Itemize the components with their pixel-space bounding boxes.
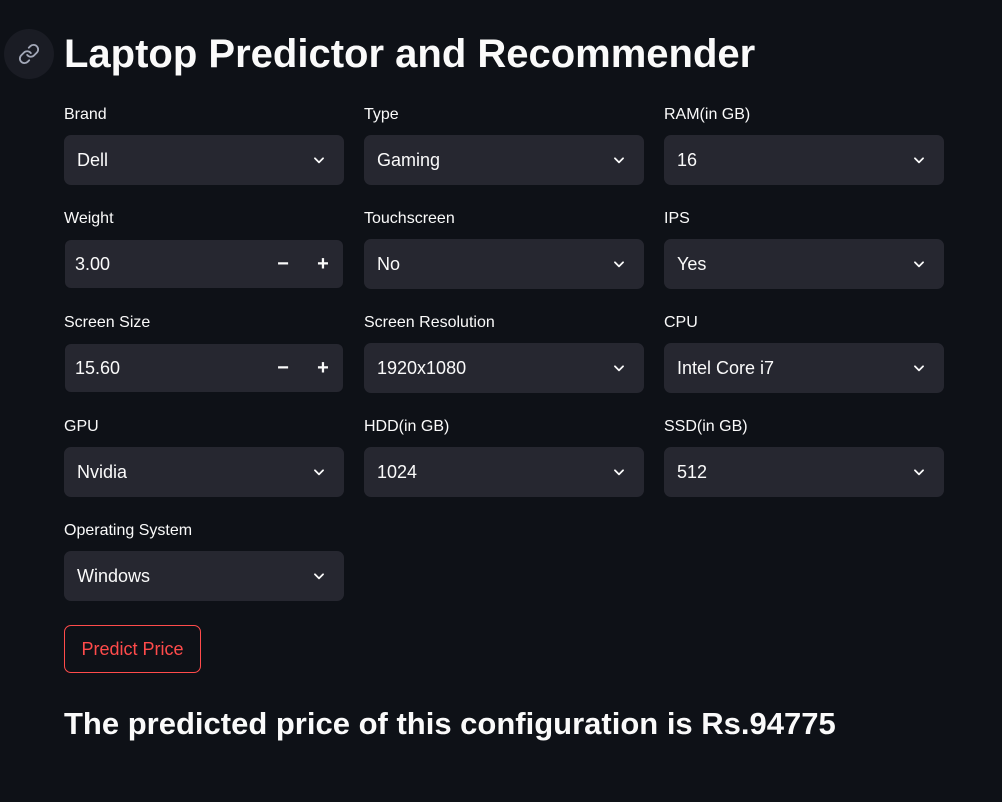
type-label: Type [364, 106, 399, 123]
screen-resolution-select[interactable]: 1920x1080 [364, 343, 644, 393]
screen-resolution-field: Screen Resolution 1920x1080 [364, 312, 644, 393]
ips-select[interactable]: Yes [664, 239, 944, 289]
chevron-down-icon [312, 153, 326, 167]
weight-label: Weight [64, 210, 114, 227]
header-anchor-link[interactable] [4, 29, 54, 79]
screen-size-number-input: − + [64, 343, 344, 393]
ips-label: IPS [664, 210, 690, 227]
hdd-value: 1024 [377, 461, 418, 482]
chevron-down-icon [912, 361, 926, 375]
brand-value: Dell [77, 149, 109, 170]
cpu-select[interactable]: Intel Core i7 [664, 343, 944, 393]
type-value: Gaming [377, 149, 441, 170]
ssd-label: SSD(in GB) [664, 418, 748, 435]
os-select[interactable]: Windows [64, 551, 344, 601]
chevron-down-icon [612, 257, 626, 271]
touchscreen-field: Touchscreen No [364, 208, 644, 289]
screen-size-field: Screen Size − + [64, 312, 344, 393]
predicted-price-result: The predicted price of this configuratio… [64, 706, 836, 741]
chevron-down-icon [312, 569, 326, 583]
screen-size-input[interactable] [75, 357, 263, 379]
screen-resolution-value: 1920x1080 [377, 357, 467, 378]
os-label: Operating System [64, 522, 193, 539]
ram-value: 16 [677, 149, 698, 170]
type-field: Type Gaming [364, 104, 644, 185]
app-page: Laptop Predictor and Recommender Brand D… [0, 0, 1002, 802]
ram-field: RAM(in GB) 16 [664, 104, 944, 185]
screen-resolution-label: Screen Resolution [364, 314, 495, 331]
ram-label: RAM(in GB) [664, 106, 751, 123]
brand-field: Brand Dell [64, 104, 344, 185]
ssd-field: SSD(in GB) 512 [664, 416, 944, 497]
chevron-down-icon [912, 257, 926, 271]
chevron-down-icon [912, 153, 926, 167]
os-value: Windows [77, 565, 151, 586]
ips-field: IPS Yes [664, 208, 944, 289]
type-select[interactable]: Gaming [364, 135, 644, 185]
hdd-field: HDD(in GB) 1024 [364, 416, 644, 497]
weight-field: Weight − + [64, 208, 344, 289]
chevron-down-icon [612, 465, 626, 479]
cpu-field: CPU Intel Core i7 [664, 312, 944, 393]
cpu-label: CPU [664, 314, 698, 331]
screen-size-label: Screen Size [64, 314, 151, 331]
touchscreen-label: Touchscreen [364, 210, 455, 227]
chevron-down-icon [612, 361, 626, 375]
screen-size-increment-button[interactable]: + [303, 344, 343, 392]
ram-select[interactable]: 16 [664, 135, 944, 185]
os-field: Operating System Windows [64, 520, 344, 601]
weight-decrement-button[interactable]: − [263, 240, 303, 288]
ips-value: Yes [677, 253, 707, 274]
chevron-down-icon [612, 153, 626, 167]
gpu-label: GPU [64, 418, 99, 435]
gpu-field: GPU Nvidia [64, 416, 344, 497]
gpu-value: Nvidia [77, 461, 128, 482]
hdd-select[interactable]: 1024 [364, 447, 644, 497]
brand-select[interactable]: Dell [64, 135, 344, 185]
cpu-value: Intel Core i7 [677, 357, 775, 378]
link-icon [18, 43, 40, 65]
touchscreen-value: No [377, 253, 401, 274]
weight-input[interactable] [75, 253, 263, 275]
screen-size-decrement-button[interactable]: − [263, 344, 303, 392]
page-title: Laptop Predictor and Recommender [64, 32, 756, 76]
ssd-value: 512 [677, 461, 708, 482]
gpu-select[interactable]: Nvidia [64, 447, 344, 497]
weight-increment-button[interactable]: + [303, 240, 343, 288]
form-grid: Brand Dell Type Gaming RAM(in GB) 16 Wei… [64, 104, 944, 601]
chevron-down-icon [912, 465, 926, 479]
weight-number-input: − + [64, 239, 344, 289]
ssd-select[interactable]: 512 [664, 447, 944, 497]
chevron-down-icon [312, 465, 326, 479]
hdd-label: HDD(in GB) [364, 418, 450, 435]
touchscreen-select[interactable]: No [364, 239, 644, 289]
brand-label: Brand [64, 106, 107, 123]
predict-price-button[interactable]: Predict Price [64, 625, 201, 673]
